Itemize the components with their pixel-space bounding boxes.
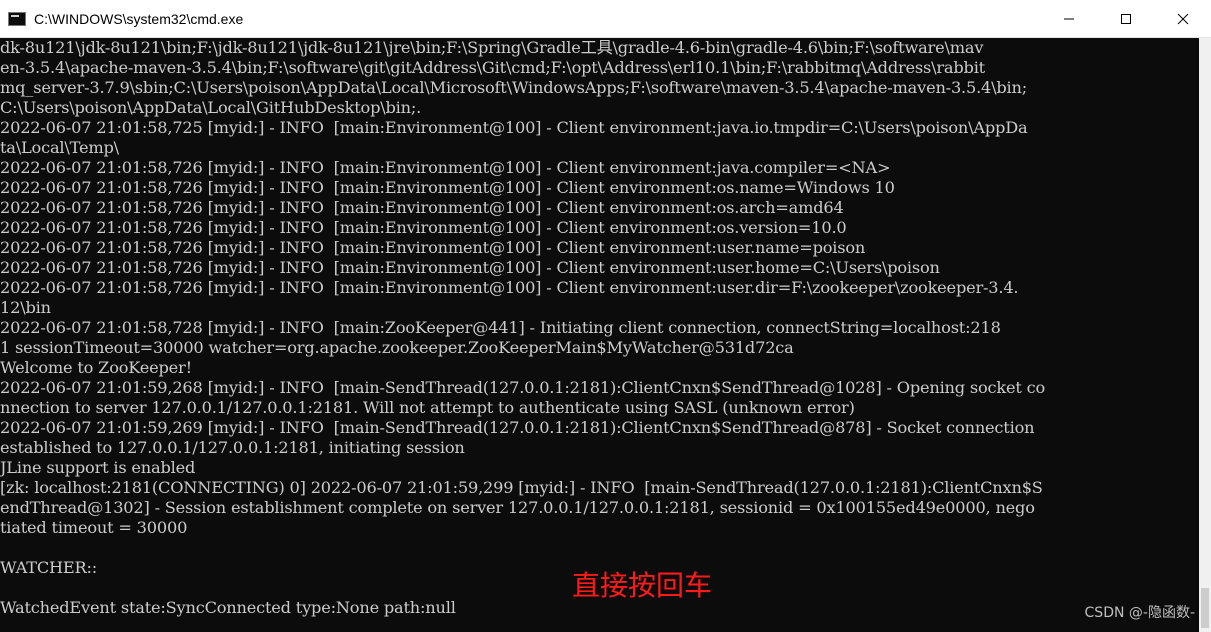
title-bar[interactable]: C:\WINDOWS\system32\cmd.exe [0, 0, 1211, 38]
watermark: CSDN @-隐函数- [1084, 605, 1195, 621]
console-line: 2022-06-07 21:01:58,726 [myid:] - INFO [… [0, 238, 866, 257]
close-button[interactable] [1154, 0, 1211, 38]
console-line: mq_server-3.7.9\sbin;C:\Users\poison\App… [0, 78, 1028, 97]
console-line: 2022-06-07 21:01:58,726 [myid:] - INFO [… [0, 178, 895, 197]
console-line: en-3.5.4\apache-maven-3.5.4\bin;F:\softw… [0, 58, 985, 77]
console-line: 2022-06-07 21:01:58,728 [myid:] - INFO [… [0, 318, 1001, 337]
console-line: 2022-06-07 21:01:58,726 [myid:] - INFO [… [0, 198, 844, 217]
maximize-button[interactable] [1097, 0, 1154, 38]
console-line: Welcome to ZooKeeper! [0, 358, 192, 377]
console-line: 12\bin [0, 298, 51, 317]
console-line: nnection to server 127.0.0.1/127.0.0.1:2… [0, 398, 855, 417]
window-controls [1040, 0, 1211, 38]
console-line: 1 sessionTimeout=30000 watcher=org.apach… [0, 338, 794, 357]
console-line: dk-8u121\jdk-8u121\bin;F:\jdk-8u121\jdk-… [0, 38, 984, 57]
console-line: 2022-06-07 21:01:58,725 [myid:] - INFO [… [0, 118, 1028, 137]
console-line: 2022-06-07 21:01:58,726 [myid:] - INFO [… [0, 258, 940, 277]
minimize-icon [1063, 18, 1074, 20]
cmd-icon [8, 11, 26, 26]
vertical-scrollbar[interactable] [1199, 38, 1211, 632]
console-line: 2022-06-07 21:01:58,726 [myid:] - INFO [… [0, 218, 847, 237]
console-line: tiated timeout = 30000 [0, 518, 188, 537]
console-line: 2022-06-07 21:01:58,726 [myid:] - INFO [… [0, 278, 1019, 297]
cmd-window: C:\WINDOWS\system32\cmd.exe dk-8u121\jdk… [0, 0, 1211, 632]
console-line: established to 127.0.0.1/127.0.0.1:2181,… [0, 438, 465, 457]
annotation-text: 直接按回车 [572, 569, 713, 602]
console-line: [zk: localhost:2181(CONNECTING) 0] 2022-… [0, 478, 1043, 497]
console-line: ta\Local\Temp\ [0, 138, 119, 157]
console-line: 2022-06-07 21:01:59,268 [myid:] - INFO [… [0, 378, 1046, 397]
console-line: 2022-06-07 21:01:58,726 [myid:] - INFO [… [0, 158, 891, 177]
close-icon [1177, 13, 1188, 25]
maximize-icon [1120, 14, 1131, 24]
console-line: endThread@1302] - Session establishment … [0, 498, 1035, 517]
scrollbar-thumb[interactable] [1201, 588, 1209, 628]
console-output[interactable]: dk-8u121\jdk-8u121\bin;F:\jdk-8u121\jdk-… [0, 38, 1199, 632]
console-line: 2022-06-07 21:01:59,269 [myid:] - INFO [… [0, 418, 1035, 437]
window-title: C:\WINDOWS\system32\cmd.exe [34, 10, 244, 27]
console-line: JLine support is enabled [0, 458, 196, 477]
minimize-button[interactable] [1040, 0, 1097, 38]
console-line: C:\Users\poison\AppData\Local\GitHubDesk… [0, 98, 422, 117]
